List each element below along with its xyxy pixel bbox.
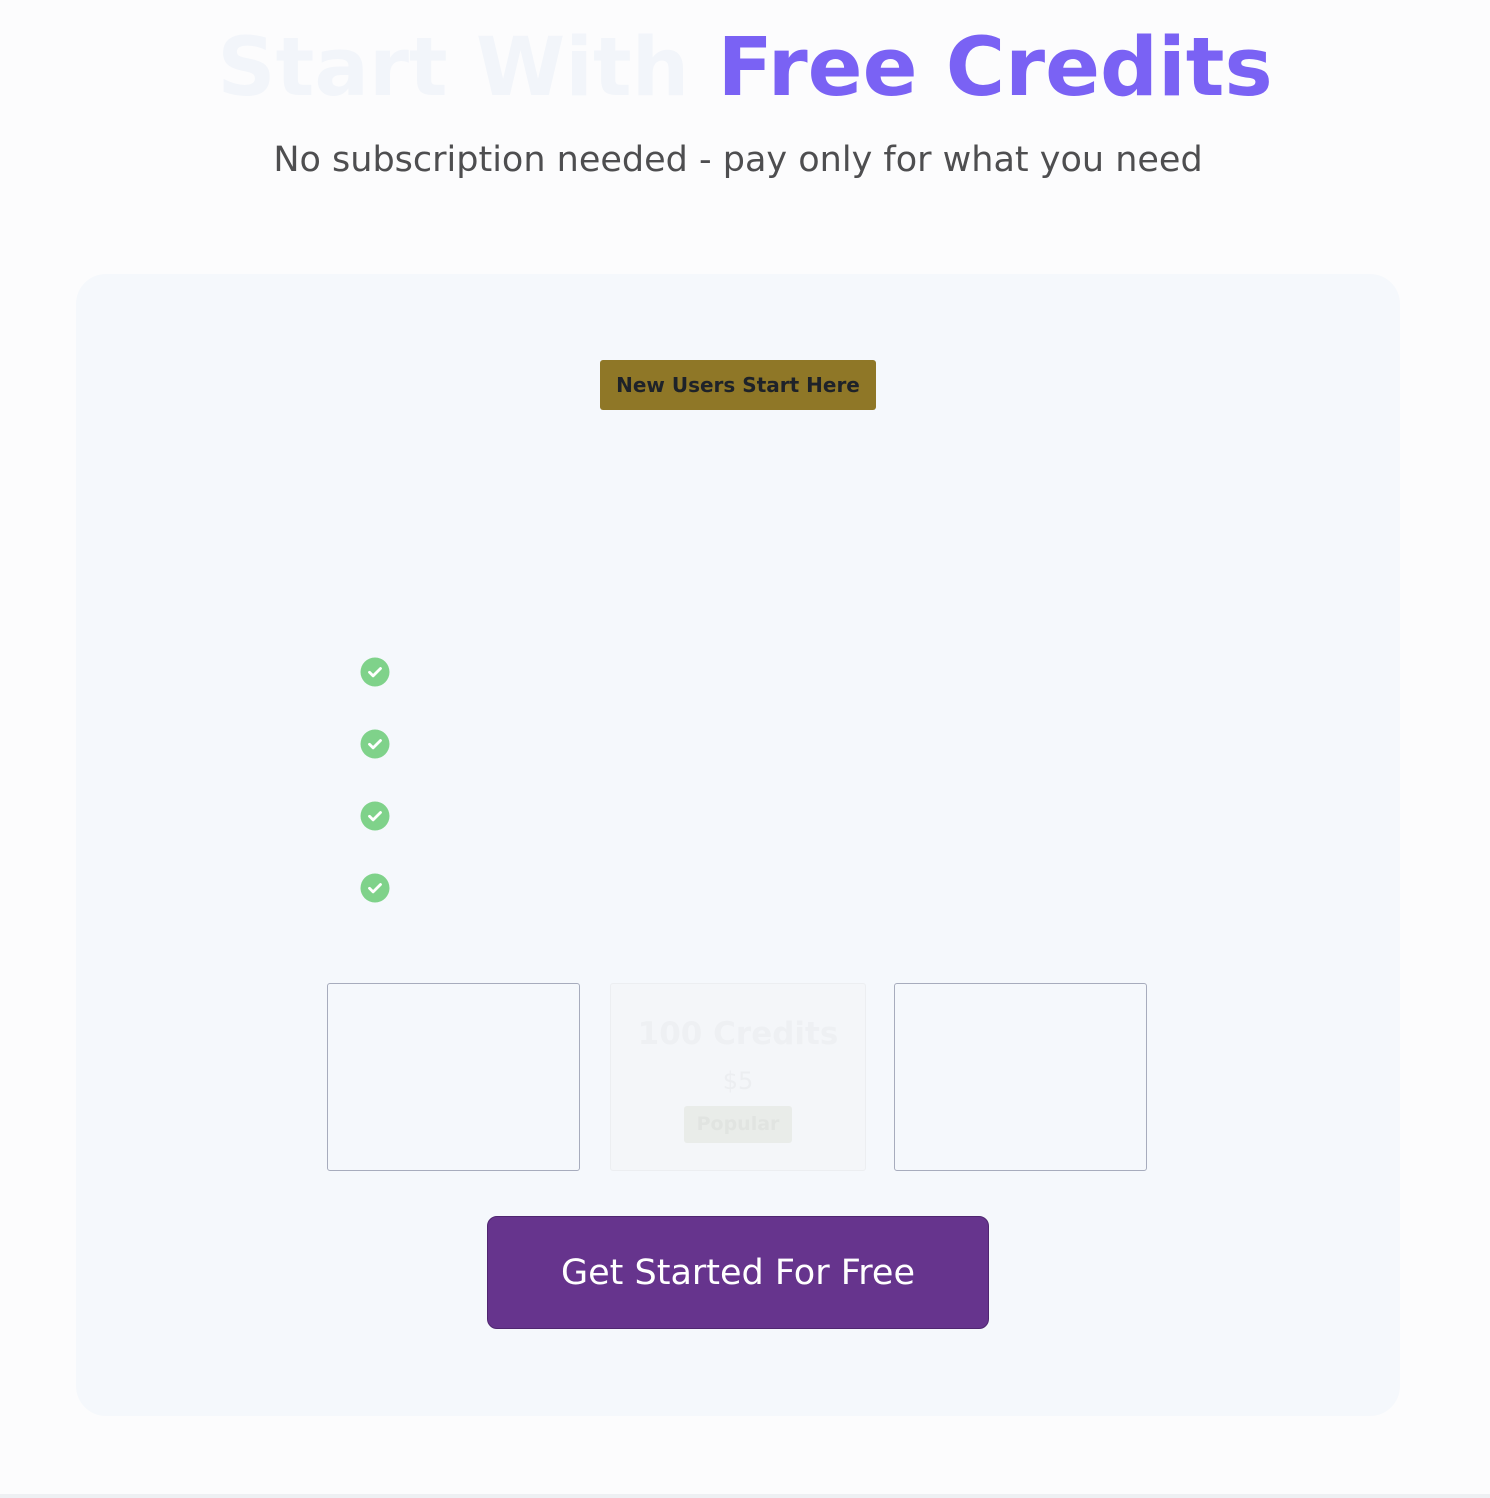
check-circle-icon (360, 873, 390, 903)
pricing-card: New Users Start Here 100 Credits $5 Popu… (76, 274, 1400, 1416)
hero-subtitle: No subscription needed - pay only for wh… (273, 140, 1203, 180)
credit-pack-option[interactable] (894, 983, 1147, 1171)
hero-title: Start With Free Credits (0, 18, 1490, 118)
page-bottom-divider (0, 1494, 1490, 1498)
get-started-button[interactable]: Get Started For Free (487, 1216, 989, 1329)
new-users-badge: New Users Start Here (600, 360, 876, 410)
feature-item (360, 801, 1120, 873)
feature-item (360, 873, 1120, 945)
feature-item (360, 657, 1120, 729)
credit-pack-option-popular[interactable]: 100 Credits $5 Popular (610, 983, 866, 1171)
hero-title-lead: Start With (217, 21, 690, 115)
check-circle-icon (360, 801, 390, 831)
popular-badge: Popular (684, 1106, 792, 1143)
credit-pack-price: $5 (722, 1067, 754, 1095)
credit-pack-title: 100 Credits (637, 1016, 839, 1052)
feature-list (360, 657, 1120, 945)
check-circle-icon (360, 657, 390, 687)
check-circle-icon (360, 729, 390, 759)
feature-item (360, 729, 1120, 801)
credit-pack-option[interactable] (327, 983, 580, 1171)
hero-title-accent: Free Credits (717, 21, 1273, 115)
